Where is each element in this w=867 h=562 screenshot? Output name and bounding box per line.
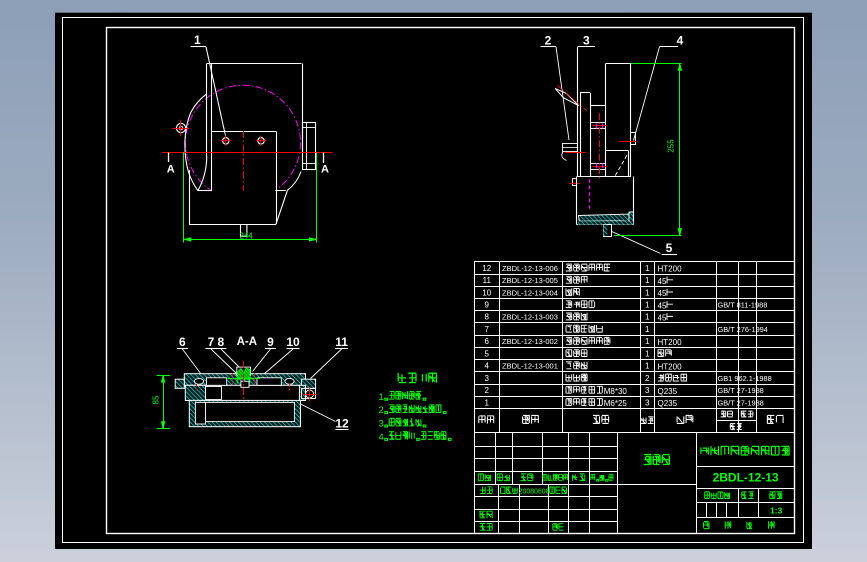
svg-text:9: 9	[485, 301, 490, 310]
svg-text:85: 85	[152, 395, 161, 404]
svg-text:2: 2	[545, 34, 552, 48]
svg-text:GB1 962.1-1988: GB1 962.1-1988	[718, 374, 772, 383]
svg-text:3: 3	[379, 419, 384, 430]
svg-text:10: 10	[482, 288, 491, 297]
svg-text:4: 4	[379, 432, 384, 443]
svg-text:HT200: HT200	[658, 265, 683, 274]
svg-text:11: 11	[335, 335, 348, 349]
svg-text:GB/T 276-1994: GB/T 276-1994	[718, 325, 768, 334]
svg-text:GB/T 811-1988: GB/T 811-1988	[718, 301, 768, 310]
svg-text:ZBDL-12-13-003: ZBDL-12-13-003	[502, 313, 558, 322]
svg-text:ZBDL-12-13-005: ZBDL-12-13-005	[502, 276, 558, 285]
svg-text:12: 12	[335, 417, 349, 431]
svg-text:244: 244	[239, 232, 253, 241]
svg-text:12: 12	[482, 264, 491, 273]
svg-text:9: 9	[267, 335, 274, 349]
svg-text:1: 1	[645, 325, 650, 334]
svg-text:Q235: Q235	[658, 399, 678, 408]
svg-text:1: 1	[645, 337, 650, 346]
svg-text:1: 1	[645, 313, 650, 322]
svg-text:1: 1	[379, 392, 384, 403]
svg-text:A-A: A-A	[237, 336, 257, 348]
svg-text:3: 3	[485, 374, 490, 383]
svg-text:10: 10	[286, 335, 300, 349]
svg-text:A: A	[321, 164, 329, 176]
svg-text:2: 2	[379, 405, 384, 416]
svg-text:5: 5	[485, 349, 490, 358]
svg-text:ZBDL-12-13-001: ZBDL-12-13-001	[502, 362, 558, 371]
svg-text:Q235: Q235	[658, 387, 678, 396]
svg-text:2: 2	[645, 374, 650, 383]
svg-text:6: 6	[485, 337, 490, 346]
svg-text:ZBDL-12-13-006: ZBDL-12-13-006	[502, 264, 558, 273]
svg-text:M8*30: M8*30	[604, 387, 628, 396]
svg-text:1: 1	[645, 301, 650, 310]
svg-text:255: 255	[667, 139, 676, 153]
svg-text:HT200: HT200	[658, 362, 683, 371]
svg-text:45: 45	[658, 289, 667, 298]
svg-text:2: 2	[485, 386, 490, 395]
svg-text:HT200: HT200	[658, 338, 683, 347]
svg-text:6: 6	[179, 335, 186, 349]
svg-text:A: A	[167, 164, 175, 176]
svg-text:1: 1	[645, 349, 650, 358]
svg-text:45: 45	[658, 277, 667, 286]
svg-text:1:3: 1:3	[770, 506, 783, 516]
svg-text:1: 1	[645, 288, 650, 297]
svg-text:1: 1	[485, 398, 490, 407]
svg-text:M6*25: M6*25	[604, 399, 628, 408]
svg-text:GB/T 27-1988: GB/T 27-1988	[718, 398, 764, 407]
svg-text:ZBDL-12-13-002: ZBDL-12-13-002	[502, 337, 558, 346]
svg-text:ZBDL-12-13-004: ZBDL-12-13-004	[502, 288, 558, 297]
svg-text:1: 1	[645, 264, 650, 273]
svg-text:45: 45	[658, 314, 667, 323]
svg-text:3: 3	[583, 34, 590, 48]
svg-text:1: 1	[645, 362, 650, 371]
svg-text:GB/T 27-1988: GB/T 27-1988	[718, 386, 764, 395]
svg-text:7: 7	[485, 325, 490, 334]
svg-text:8: 8	[485, 313, 490, 322]
svg-text:3: 3	[645, 386, 650, 395]
svg-text:4: 4	[485, 362, 490, 371]
svg-text:11: 11	[483, 276, 492, 285]
svg-text:2BDL-12-13: 2BDL-12-13	[713, 471, 779, 485]
svg-text:20080608: 20080608	[519, 489, 550, 496]
svg-text:8: 8	[218, 335, 225, 349]
svg-text:1: 1	[194, 33, 201, 47]
svg-text:45: 45	[658, 301, 667, 310]
svg-text:4: 4	[677, 34, 684, 48]
svg-text:7: 7	[208, 335, 215, 349]
svg-text:5: 5	[666, 241, 673, 255]
svg-text:1: 1	[645, 276, 650, 285]
svg-text:3: 3	[645, 398, 650, 407]
